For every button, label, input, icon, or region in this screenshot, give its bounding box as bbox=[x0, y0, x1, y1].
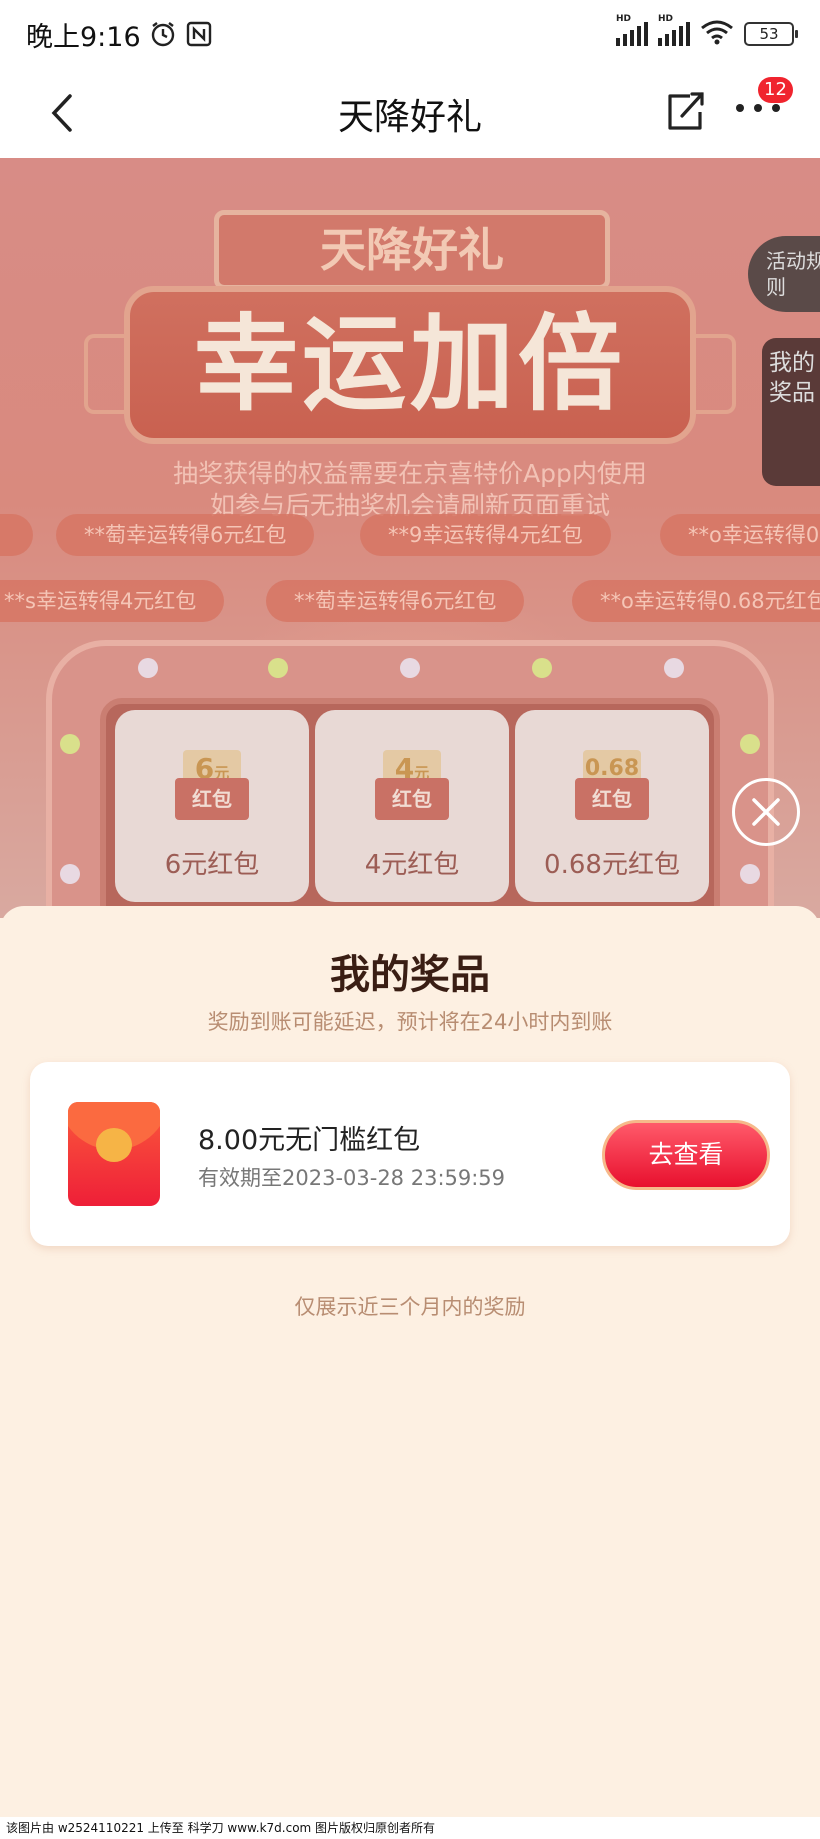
prize-label: 0.68元红包 bbox=[544, 850, 680, 880]
ticker-item: **o幸运转得0 bbox=[660, 514, 820, 556]
prize-cell[interactable]: 4元 红包 4元红包 bbox=[315, 710, 509, 902]
status-bar: 晚上9:16 HD HD 53 bbox=[0, 0, 820, 68]
prize-label: 6元红包 bbox=[164, 850, 260, 880]
red-envelope-icon: 0.68 红包 bbox=[575, 750, 649, 820]
machine-light bbox=[664, 658, 684, 678]
prize-card: 8.00元无门槛红包 有效期至2023-03-28 23:59:59 去查看 bbox=[30, 1062, 790, 1246]
my-prizes-sheet: 我的奖品 奖励到账可能延迟，预计将在24小时内到账 8.00元无门槛红包 有效期… bbox=[0, 906, 820, 1839]
sheet-title: 我的奖品 bbox=[330, 952, 490, 998]
ticker-item: **s幸运转得4元红包 bbox=[0, 580, 225, 622]
share-icon[interactable] bbox=[660, 86, 710, 136]
battery-icon: 53 bbox=[744, 22, 798, 46]
close-icon[interactable] bbox=[732, 778, 800, 846]
wifi-icon bbox=[700, 19, 734, 49]
ticker-item: **萄幸运转得6元红包 bbox=[266, 580, 525, 622]
banner-subtitle: 天降好礼 bbox=[214, 210, 610, 290]
red-envelope-icon: 6元 红包 bbox=[175, 750, 249, 820]
activity-rules-button[interactable]: 活动规则 bbox=[748, 236, 820, 312]
status-time: 晚上9:16 bbox=[26, 21, 141, 53]
nav-bar: 天降好礼 12 bbox=[0, 68, 820, 158]
prize-cell[interactable]: 0.68 红包 0.68元红包 bbox=[515, 710, 709, 902]
machine-light bbox=[740, 864, 760, 884]
machine-light bbox=[532, 658, 552, 678]
ticker-item bbox=[0, 514, 33, 556]
prize-cell[interactable]: 6元 红包 6元红包 bbox=[115, 710, 309, 902]
sheet-subtitle: 奖励到账可能延迟，预计将在24小时内到账 bbox=[207, 1010, 613, 1034]
more-icon[interactable] bbox=[736, 104, 780, 118]
machine-light bbox=[138, 658, 158, 678]
signal-icon-1: HD bbox=[616, 14, 648, 46]
prize-name: 8.00元无门槛红包 bbox=[198, 1125, 421, 1156]
prize-expiry: 有效期至2023-03-28 23:59:59 bbox=[198, 1166, 506, 1190]
ticker-item: **o幸运转得0.68元红包 bbox=[572, 580, 820, 622]
machine-light bbox=[60, 864, 80, 884]
machine-light bbox=[740, 734, 760, 754]
red-envelope-icon: 4元 红包 bbox=[375, 750, 449, 820]
ticker-item: **9幸运转得4元红包 bbox=[360, 514, 611, 556]
ticker-item: **萄幸运转得6元红包 bbox=[56, 514, 315, 556]
red-envelope-icon bbox=[68, 1102, 160, 1206]
machine-light bbox=[400, 658, 420, 678]
prize-label: 4元红包 bbox=[364, 850, 460, 880]
signal-icon-2: HD bbox=[658, 14, 690, 46]
nfc-icon bbox=[185, 20, 213, 48]
notification-badge: 12 bbox=[758, 77, 793, 103]
my-prizes-tab[interactable]: 我的奖品 bbox=[762, 338, 820, 486]
machine-light bbox=[60, 734, 80, 754]
hero-notice-1: 抽奖获得的权益需要在京喜特价App内使用 bbox=[173, 459, 647, 488]
hero-area: 天降好礼 幸运加倍 抽奖获得的权益需要在京喜特价App内使用 如参与后无抽奖机会… bbox=[0, 158, 820, 918]
machine-light bbox=[268, 658, 288, 678]
alarm-icon bbox=[149, 20, 177, 48]
banner-title: 幸运加倍 bbox=[124, 286, 696, 444]
watermark: 该图片由 w2524110221 上传至 科学刀 www.k7d.com 图片版… bbox=[0, 1817, 820, 1839]
view-prize-button[interactable]: 去查看 bbox=[602, 1120, 770, 1190]
footnote: 仅展示近三个月内的奖励 bbox=[294, 1295, 526, 1319]
